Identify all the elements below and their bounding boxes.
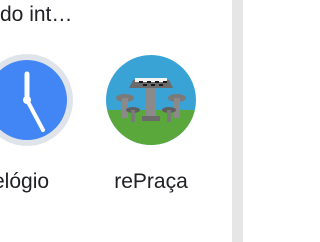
app-drawer: do int… elógio xyxy=(0,0,243,242)
app-label-repraca: rePraça xyxy=(114,170,188,193)
folder-label-partial[interactable]: do int… xyxy=(0,0,72,30)
app-label-clock: elógio xyxy=(0,170,50,193)
scroll-edge xyxy=(232,0,243,242)
repraca-icon[interactable] xyxy=(103,52,199,148)
app-repraca[interactable]: rePraça xyxy=(101,52,201,202)
clock-icon[interactable] xyxy=(0,52,75,148)
app-clock[interactable]: elógio xyxy=(0,52,77,202)
